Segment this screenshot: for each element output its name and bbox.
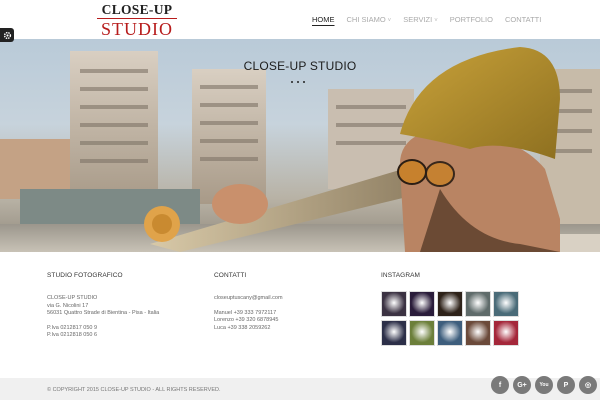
chevron-down-icon: ˅	[387, 18, 392, 24]
instagram-thumbnail[interactable]	[493, 291, 519, 318]
contacts-title: CONTATTI	[214, 272, 247, 279]
nav-item-portfolio[interactable]: PORTFOLIO	[444, 15, 499, 24]
vat-number: P.Iva 0212817 050 9	[47, 324, 98, 331]
instagram-thumbnail[interactable]	[409, 320, 435, 347]
instagram-thumbnail[interactable]	[493, 320, 519, 347]
gear-icon	[3, 31, 11, 39]
slider-dot[interactable]	[291, 81, 293, 83]
nav-label: HOME	[312, 15, 335, 24]
nav-item-home[interactable]: HOME	[312, 15, 341, 24]
main-nav: HOME CHI SIAMO ˅ SERVIZI ˅ PORTFOLIO CONTA…	[312, 15, 547, 24]
instagram-title: INSTAGRAM	[381, 272, 421, 279]
contact-phone: Luca +39 338 2059262	[214, 324, 271, 331]
instagram-thumbnail[interactable]	[465, 320, 491, 347]
contact-phone: Manuel +39 333 7972117	[214, 309, 277, 316]
nav-item-contatti[interactable]: CONTATTI	[499, 15, 547, 24]
slider-dot[interactable]	[297, 81, 299, 83]
chevron-down-icon: ˅	[434, 18, 438, 24]
studio-info-column: STUDIO FOTOGRAFICO CLOSE-UP STUDIO via G…	[47, 272, 197, 339]
contacts-column: CONTATTI closeuptuscany@gmail.com Manuel…	[214, 272, 364, 332]
studio-logo[interactable]: CLOSE-UP STUDIO	[95, 3, 179, 38]
hero-banner: CLOSE-UP STUDIO	[0, 39, 600, 252]
nav-label: CHI SIAMO	[346, 15, 386, 24]
nav-label: CONTATTI	[504, 15, 542, 24]
settings-gear-button[interactable]	[0, 28, 14, 42]
studio-info-title: STUDIO FOTOGRAFICO	[47, 272, 123, 279]
slider-dot[interactable]	[303, 81, 305, 83]
google-plus-icon[interactable]: G+	[513, 376, 531, 394]
contact-phone: Lorenzo +39 320 6878945	[214, 317, 279, 324]
instagram-thumbnail[interactable]	[409, 291, 435, 318]
instagram-thumbnail[interactable]	[381, 320, 407, 347]
studio-address-city: 56031 Quattro Strade di Bientina - Pisa …	[47, 310, 160, 317]
instagram-column: INSTAGRAM	[381, 272, 541, 347]
facebook-icon[interactable]: f	[491, 376, 509, 394]
vat-number: P.Iva 0212818 050 6	[47, 332, 98, 339]
footer-widgets: STUDIO FOTOGRAFICO CLOSE-UP STUDIO via G…	[0, 252, 600, 378]
studio-name: CLOSE-UP STUDIO	[47, 295, 98, 302]
nav-label: SERVIZI	[403, 15, 433, 24]
social-links: f G+ You P ◎	[491, 376, 597, 394]
instagram-thumbnail[interactable]	[437, 291, 463, 318]
copyright-text: © COPYRIGHT 2015 CLOSE-UP STUDIO - ALL R…	[47, 387, 221, 393]
site-header: CLOSE-UP STUDIO HOME CHI SIAMO ˅ SERVIZI ˅…	[0, 0, 600, 39]
hero-title: CLOSE-UP STUDIO	[243, 59, 357, 73]
nav-label: PORTFOLIO	[449, 15, 493, 24]
pinterest-icon[interactable]: P	[557, 376, 575, 394]
instagram-icon[interactable]: ◎	[579, 376, 597, 394]
copyright-bar: © COPYRIGHT 2015 CLOSE-UP STUDIO - ALL R…	[0, 376, 600, 400]
logo-top-text: CLOSE-UP	[101, 2, 173, 17]
studio-address-street: via G. Nicolini 17	[47, 302, 89, 309]
instagram-thumbnail[interactable]	[465, 291, 491, 318]
instagram-thumbnail[interactable]	[437, 320, 463, 347]
contact-email-link[interactable]: closeuptuscany@gmail.com	[214, 295, 364, 302]
logo-bottom-text: STUDIO	[101, 19, 173, 39]
instagram-thumbnail[interactable]	[381, 291, 407, 318]
nav-item-chi-siamo[interactable]: CHI SIAMO ˅	[341, 15, 398, 24]
nav-item-servizi[interactable]: SERVIZI ˅	[397, 15, 444, 24]
youtube-icon[interactable]: You	[535, 376, 553, 394]
slider-dots[interactable]	[291, 81, 305, 83]
instagram-grid	[381, 291, 541, 347]
